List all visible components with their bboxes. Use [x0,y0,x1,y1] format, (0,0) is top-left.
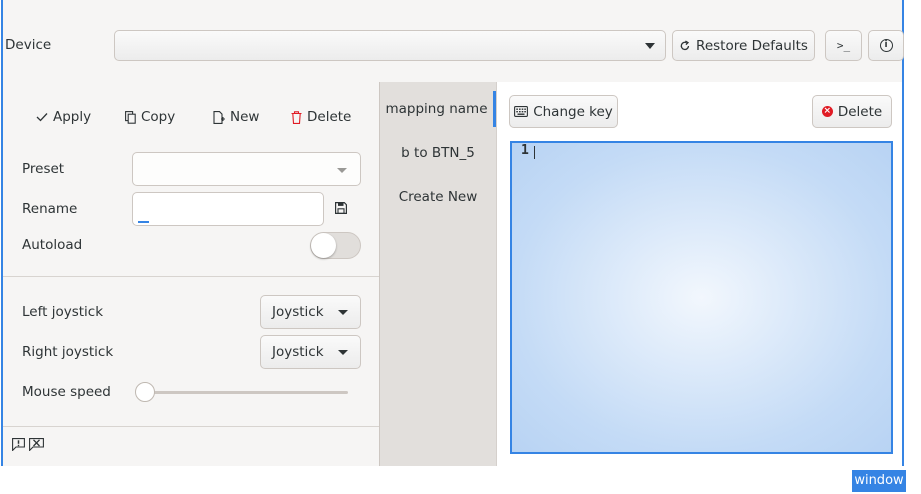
copy-button[interactable]: Copy [125,106,175,128]
info-icon: i [879,39,893,52]
rename-label: Rename [22,201,78,217]
right-joystick-dropdown[interactable]: Joystick [260,335,361,369]
keyboard-icon [514,106,529,117]
save-icon[interactable] [335,202,347,214]
restore-defaults-button[interactable]: Restore Defaults [672,30,815,61]
preset-dropdown[interactable] [132,152,361,186]
check-icon [36,113,48,122]
mapping-item[interactable]: b to BTN_5 [380,135,496,171]
switch-knob [311,233,336,258]
new-document-icon [213,110,225,124]
apply-button[interactable]: Apply [36,106,91,128]
new-label: New [230,109,260,125]
change-key-label: Change key [533,103,613,120]
create-new-mapping[interactable]: Create New [380,179,496,215]
mapping-editor: Change key × Delete 1 [497,82,902,466]
text-cursor [138,221,149,223]
autoload-label: Autoload [22,237,83,253]
copy-label: Copy [141,109,176,125]
mapping-list: mapping name b to BTN_5 Create New [380,82,497,466]
mouse-speed-label: Mouse speed [22,384,111,400]
preset-panel: Apply Copy New Delete Preset Rename Auto… [3,82,380,466]
slider-handle[interactable] [135,382,155,402]
right-joystick-label: Right joystick [22,344,114,360]
rename-input[interactable] [132,192,324,226]
left-joystick-dropdown[interactable]: Joystick [260,295,361,329]
chevron-down-icon [338,350,348,355]
terminal-button[interactable]: >_ [825,30,862,61]
left-joystick-label: Left joystick [22,304,104,320]
line-number: 1 [521,143,529,158]
apply-label: Apply [53,109,92,125]
mouse-speed-slider[interactable] [146,391,348,394]
code-editor[interactable]: 1 [510,141,893,454]
trash-icon [291,110,302,124]
terminal-icon: >_ [836,39,851,52]
device-bar: Device Restore Defaults >_ i [3,0,904,83]
device-dropdown[interactable] [114,30,666,61]
delete-circle-icon: × [821,106,833,117]
change-key-button[interactable]: Change key [509,95,618,128]
delete-mapping-button[interactable]: × Delete [812,95,892,128]
new-button[interactable]: New [213,106,259,128]
copy-icon [125,110,136,124]
redo-icon [680,39,690,50]
autoload-switch[interactable] [310,232,361,259]
delete-preset-label: Delete [307,109,352,125]
status-bar [12,438,44,451]
delete-mapping-label: Delete [837,103,883,120]
window-badge: window [852,470,906,492]
section-divider [3,426,379,427]
chevron-down-icon [645,43,655,49]
chevron-down-icon [338,310,348,315]
device-label: Device [5,37,52,53]
warning-icon[interactable] [12,438,25,451]
preset-label: Preset [22,161,65,177]
mapping-item[interactable]: mapping name [380,91,496,127]
about-button[interactable]: i [868,30,904,61]
delete-preset-button[interactable]: Delete [291,106,351,128]
section-divider [3,276,379,277]
text-cursor [534,146,535,159]
chevron-down-icon [337,168,347,173]
restore-defaults-label: Restore Defaults [696,37,808,54]
main-window: Device Restore Defaults >_ i Apply Copy … [1,0,904,466]
error-icon[interactable] [29,438,44,451]
